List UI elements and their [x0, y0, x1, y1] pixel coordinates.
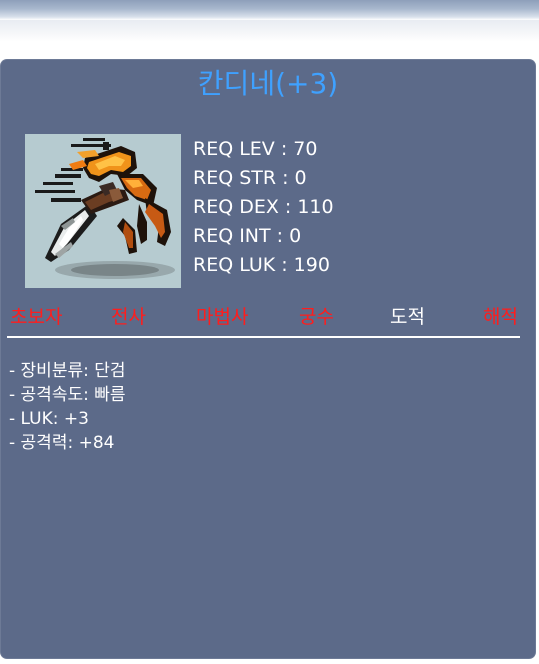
stat-attack-speed: - 공격속도: 빠름	[9, 385, 126, 405]
job-magician: 마법사	[196, 306, 249, 328]
divider	[7, 336, 520, 338]
window-top-bar	[0, 0, 539, 20]
req-str: REQ STR : 0	[193, 167, 307, 189]
item-stats: - 장비분류: 단검 - 공격속도: 빠름 - LUK: +3 - 공격력: +…	[9, 359, 126, 455]
job-beginner: 초보자	[10, 306, 63, 328]
requirements-list: REQ LEV : 70 REQ STR : 0 REQ DEX : 110 R…	[193, 135, 334, 280]
job-archer: 궁수	[299, 306, 334, 328]
item-name: 칸디네(+3)	[197, 67, 339, 100]
req-luk: REQ LUK : 190	[193, 254, 330, 276]
dagger-item-icon	[35, 138, 175, 279]
req-dex: REQ DEX : 110	[193, 196, 334, 218]
stat-luk: - LUK: +3	[9, 409, 89, 429]
job-pirate: 해적	[483, 306, 518, 328]
job-warrior: 전사	[111, 306, 146, 328]
stat-attack: - 공격력: +84	[9, 433, 115, 453]
item-tooltip-panel: 칸디네(+3) REQ LEV: 70 REQ STR: 0 REQ DEX…	[1, 60, 535, 658]
item-icon-frame	[25, 134, 181, 288]
job-thief: 도적	[390, 306, 425, 328]
stat-category: - 장비분류: 단검	[9, 361, 126, 381]
job-restrictions: 초보자 전사 마법사 궁수 도적 해적	[1, 303, 535, 331]
req-level: REQ LEV : 70	[193, 138, 318, 160]
req-int: REQ INT : 0	[193, 225, 302, 247]
top-shadow	[0, 20, 539, 42]
